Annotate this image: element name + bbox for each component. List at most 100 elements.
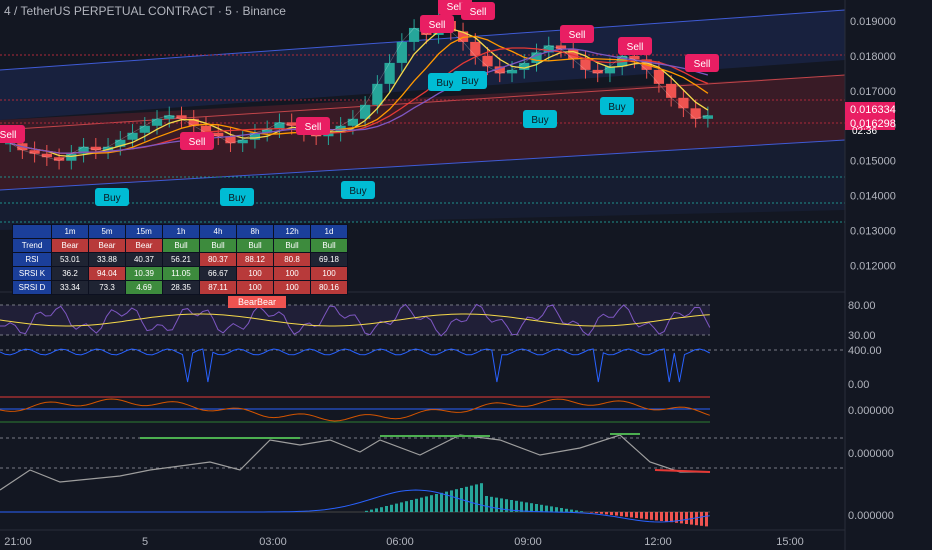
table-cell: 100 bbox=[273, 280, 311, 295]
sell-signal: Sell bbox=[685, 54, 719, 72]
sell-label: Sell bbox=[447, 2, 464, 13]
hist-bar bbox=[435, 494, 438, 512]
table-cell: 40.37 bbox=[125, 252, 163, 267]
table-cell: 100 bbox=[236, 266, 274, 281]
hist-bar bbox=[430, 495, 433, 512]
row-label: Trend bbox=[12, 238, 52, 253]
hist-bar bbox=[700, 512, 703, 526]
hist-bar bbox=[475, 484, 478, 512]
candle bbox=[384, 62, 395, 84]
timeframe-header: 1m bbox=[51, 224, 89, 239]
table-cell: 69.18 bbox=[310, 252, 348, 267]
candle bbox=[286, 122, 297, 126]
row-label: SRSI K bbox=[12, 266, 52, 281]
table-cell: 73.3 bbox=[88, 280, 126, 295]
table-cell: 28.35 bbox=[162, 280, 200, 295]
buy-label: Buy bbox=[608, 102, 625, 113]
candle bbox=[653, 69, 665, 84]
hist-bar bbox=[415, 498, 418, 512]
hist-bar bbox=[480, 483, 483, 512]
hist-bar bbox=[560, 508, 563, 512]
hist-bar bbox=[550, 506, 553, 512]
candle bbox=[90, 146, 101, 151]
table-cell: 88.12 bbox=[236, 252, 274, 267]
hist-bar bbox=[610, 512, 613, 515]
table-corner bbox=[12, 224, 52, 239]
buy-signal: Buy bbox=[600, 97, 634, 115]
table-row: Trend Bear Bear Bear Bull Bull Bull Bull Bull bbox=[12, 238, 348, 253]
table-cell: Bull bbox=[310, 238, 348, 253]
candle bbox=[176, 115, 187, 119]
timeframe-header: 4h bbox=[199, 224, 237, 239]
hist-bar bbox=[405, 501, 408, 512]
hist-bar bbox=[420, 497, 423, 512]
table-cell: 11.05 bbox=[162, 266, 200, 281]
candle bbox=[66, 153, 77, 161]
table-cell: Bull bbox=[273, 238, 311, 253]
sell-label: Sell bbox=[470, 7, 487, 18]
price-tick: 0.019000 bbox=[850, 16, 896, 28]
row-label: RSI bbox=[12, 252, 52, 267]
buy-label: Buy bbox=[349, 186, 366, 197]
hist-bar bbox=[530, 503, 533, 512]
candle bbox=[41, 153, 52, 158]
candle bbox=[29, 150, 40, 154]
candle bbox=[702, 115, 713, 119]
hist-bar bbox=[670, 512, 673, 523]
hist-bar bbox=[485, 496, 488, 512]
candle bbox=[237, 139, 248, 144]
sell-signal: Sell bbox=[0, 125, 25, 143]
time-tick: 03:00 bbox=[259, 536, 287, 548]
indicator-tick: 30.00 bbox=[848, 330, 876, 342]
hist-bar bbox=[625, 512, 628, 517]
axis-bg bbox=[845, 0, 932, 550]
table-cell: 33.34 bbox=[51, 280, 89, 295]
table-cell: 10.39 bbox=[125, 266, 163, 281]
hist-bar bbox=[655, 512, 658, 521]
sell-signal: Sell bbox=[618, 37, 652, 55]
time-tick: 12:00 bbox=[644, 536, 672, 548]
table-cell: 94.04 bbox=[88, 266, 126, 281]
candle bbox=[580, 59, 591, 70]
hist-bar bbox=[580, 511, 583, 512]
hist-bar bbox=[595, 512, 598, 514]
hist-bar bbox=[605, 512, 608, 515]
sell-signal: Sell bbox=[420, 15, 454, 33]
hist-bar bbox=[370, 509, 373, 512]
buy-signal: Buy bbox=[341, 181, 375, 199]
table-cell: 66.67 bbox=[199, 266, 237, 281]
sell-label: Sell bbox=[0, 130, 16, 141]
candle bbox=[506, 69, 518, 74]
candle bbox=[151, 118, 163, 126]
hist-bar bbox=[660, 512, 663, 521]
hist-bar bbox=[665, 512, 668, 522]
hist-bar bbox=[385, 506, 388, 512]
hist-bar bbox=[465, 486, 468, 512]
buy-label: Buy bbox=[228, 193, 245, 204]
table-cell: 53.01 bbox=[51, 252, 89, 267]
hist-bar bbox=[470, 485, 473, 512]
hist-bar bbox=[400, 502, 403, 512]
buy-signal: Buy bbox=[220, 188, 254, 206]
candle bbox=[396, 41, 407, 63]
hist-bar bbox=[640, 512, 643, 519]
timeframe-header: 15m bbox=[125, 224, 163, 239]
candle bbox=[470, 41, 481, 56]
sell-signal: Sell bbox=[560, 25, 594, 43]
indicator-tick: 80.00 bbox=[848, 300, 876, 312]
hist-bar bbox=[705, 512, 708, 527]
candle bbox=[629, 55, 640, 60]
table-cell: Bear bbox=[51, 238, 89, 253]
candle bbox=[213, 132, 224, 137]
price-tick: 0.014000 bbox=[850, 191, 896, 203]
table-row: RSI 53.01 33.88 40.37 56.21 80.37 88.12 80.8 69.… bbox=[12, 252, 348, 267]
buy-signal: Buy bbox=[453, 71, 487, 89]
sell-label: Sell bbox=[189, 137, 206, 148]
table-cell: Bear bbox=[125, 238, 163, 253]
hist-bar bbox=[525, 502, 528, 512]
indicator-tick: 0.00 bbox=[848, 379, 869, 391]
hist-bar bbox=[495, 497, 498, 512]
hist-bar bbox=[600, 512, 603, 514]
candle bbox=[127, 132, 138, 140]
sell-signal: Sell bbox=[296, 117, 330, 135]
